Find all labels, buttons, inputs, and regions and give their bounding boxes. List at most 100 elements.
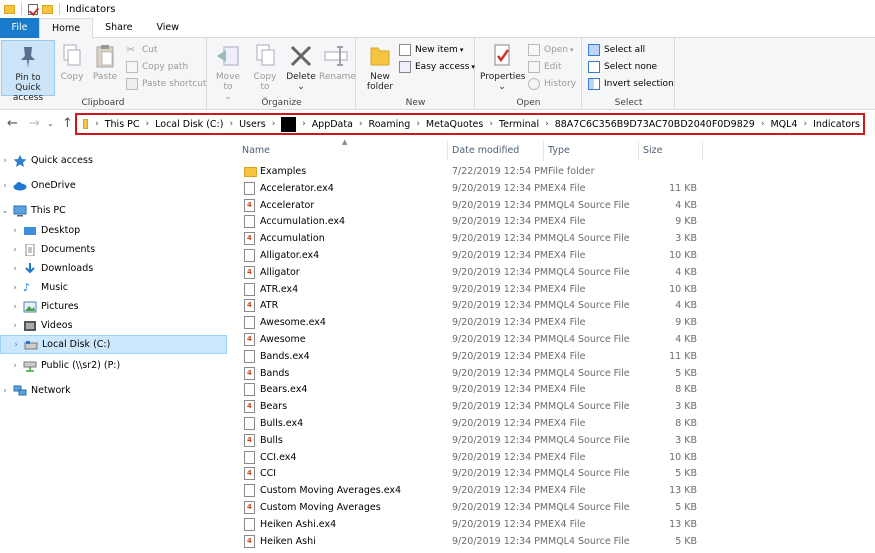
file-row[interactable]: ATR 9/20/2019 12:34 PMMQL4 Source File 4 K…	[238, 297, 703, 314]
breadcrumb-appdata[interactable]: AppData	[312, 119, 353, 130]
column-header-name[interactable]: Name	[238, 141, 448, 161]
file-row[interactable]: Bulls 9/20/2019 12:34 PMMQL4 Source File 3…	[238, 432, 703, 449]
move-to-button[interactable]: Move to ⌄	[211, 40, 245, 102]
file-row[interactable]: ATR.ex4 9/20/2019 12:34 PM EX4 File 10 KB	[238, 281, 703, 298]
paste-shortcut-button[interactable]: Paste shortcut	[126, 76, 206, 92]
cut-button[interactable]: ✂ Cut	[126, 42, 158, 58]
nav-item-quick-access[interactable]: › Quick access	[0, 151, 227, 170]
file-row[interactable]: Bands 9/20/2019 12:34 PMMQL4 Source File 5…	[238, 365, 703, 382]
file-size: 4 KB	[675, 266, 697, 278]
tab-view[interactable]: View	[144, 18, 191, 38]
file-row[interactable]: Awesome.ex4 9/20/2019 12:34 PM EX4 File 9 K…	[238, 314, 703, 331]
paste-shortcut-icon	[126, 78, 138, 90]
breadcrumb-users[interactable]: Users	[239, 119, 266, 130]
invert-selection-button[interactable]: Invert selection	[588, 76, 674, 92]
file-row[interactable]: Examples 7/22/2019 12:54 PM File folder	[238, 163, 703, 180]
chevron-right-icon: ›	[358, 119, 363, 129]
nav-item-videos[interactable]: › Videos	[0, 316, 227, 335]
select-none-button[interactable]: Select none	[588, 59, 657, 75]
chevron-right-icon[interactable]: ›	[10, 245, 20, 255]
chevron-right-icon[interactable]: ›	[10, 264, 20, 274]
new-folder-quick-icon[interactable]	[42, 4, 53, 14]
paste-button[interactable]: Paste	[90, 40, 120, 82]
file-row[interactable]: Bears 9/20/2019 12:34 PMMQL4 Source File 3…	[238, 398, 703, 415]
file-row[interactable]: Custom Moving Averages.ex4 9/20/2019 12:3…	[238, 482, 703, 499]
file-row[interactable]: Awesome 9/20/2019 12:34 PMMQL4 Source Fil…	[238, 331, 703, 348]
delete-button[interactable]: Delete ⌄	[286, 40, 316, 92]
nav-item-downloads[interactable]: › Downloads	[0, 259, 227, 278]
file-row[interactable]: Alligator.ex4 9/20/2019 12:34 PM EX4 File 1…	[238, 247, 703, 264]
nav-item-public-network-drive[interactable]: › Public (\\sr2) (P:)	[0, 356, 227, 375]
new-folder-button[interactable]: New folder	[363, 40, 397, 92]
pin-to-quick-access-button[interactable]: Pin to Quick access	[1, 40, 55, 103]
chevron-right-icon[interactable]: ›	[10, 283, 20, 293]
chevron-down-icon[interactable]: ⌄	[0, 206, 10, 216]
breadcrumb-terminal[interactable]: Terminal	[499, 119, 539, 130]
file-row[interactable]: Custom Moving Averages 9/20/2019 12:34 PM…	[238, 499, 703, 516]
nav-item-music[interactable]: › ♪ Music	[0, 278, 227, 297]
file-row[interactable]: CCI 9/20/2019 12:34 PMMQL4 Source File 5 K…	[238, 465, 703, 482]
delete-label: Delete	[286, 72, 316, 82]
breadcrumb-terminal-id[interactable]: 88A7C6C356B9D73AC70BD2040F0D9829	[555, 119, 755, 130]
chevron-right-icon[interactable]: ›	[0, 386, 10, 396]
file-row[interactable]: Bulls.ex4 9/20/2019 12:34 PM EX4 File 8 KB	[238, 415, 703, 432]
clipboard-group: Pin to Quick access Copy Paste ✂ Cut Cop…	[0, 38, 207, 110]
file-row[interactable]: Accelerator 9/20/2019 12:34 PMMQL4 Source…	[238, 197, 703, 214]
forward-arrow-icon[interactable]: →	[29, 116, 40, 131]
properties-button[interactable]: Properties ⌄	[480, 40, 525, 92]
breadcrumb-mql4[interactable]: MQL4	[770, 119, 797, 130]
chevron-right-icon[interactable]: ›	[0, 156, 10, 166]
select-all-button[interactable]: Select all	[588, 42, 645, 58]
nav-item-onedrive[interactable]: › OneDrive	[0, 176, 227, 195]
history-button[interactable]: History	[528, 76, 576, 92]
copy-to-button[interactable]: Copy to ⌄	[248, 40, 282, 102]
file-date-modified: 9/20/2019 12:34 PM	[452, 182, 549, 194]
file-row[interactable]: Bands.ex4 9/20/2019 12:34 PM EX4 File 11 KB	[238, 348, 703, 365]
back-arrow-icon[interactable]: ←	[7, 116, 18, 131]
chevron-right-icon[interactable]: ›	[11, 340, 21, 350]
chevron-right-icon[interactable]: ›	[10, 321, 20, 331]
nav-item-local-disk[interactable]: › Local Disk (C:)	[0, 335, 227, 354]
file-row[interactable]: Heiken Ashi 9/20/2019 12:34 PMMQL4 Source…	[238, 533, 703, 550]
breadcrumb-indicators[interactable]: Indicators	[813, 119, 860, 130]
nav-item-desktop[interactable]: › Desktop	[0, 221, 227, 240]
tab-home[interactable]: Home	[39, 18, 94, 39]
column-header-size[interactable]: Size	[639, 141, 703, 161]
copy-path-button[interactable]: Copy path	[126, 59, 188, 75]
file-row[interactable]: Bears.ex4 9/20/2019 12:34 PM EX4 File 8 KB	[238, 381, 703, 398]
easy-access-button[interactable]: Easy access ▾	[399, 59, 475, 75]
column-header-type[interactable]: Type	[544, 141, 639, 161]
open-button[interactable]: Open ▾	[528, 42, 574, 58]
breadcrumb-metaquotes[interactable]: MetaQuotes	[426, 119, 483, 130]
breadcrumb-roaming[interactable]: Roaming	[369, 119, 411, 130]
file-row[interactable]: Accelerator.ex4 9/20/2019 12:34 PM EX4 Fil…	[238, 180, 703, 197]
chevron-right-icon[interactable]: ›	[10, 226, 20, 236]
nav-item-this-pc[interactable]: ⌄ This PC	[0, 201, 227, 220]
chevron-right-icon[interactable]: ›	[0, 181, 10, 191]
chevron-right-icon[interactable]: ›	[10, 361, 20, 371]
file-row[interactable]: Heiken Ashi.ex4 9/20/2019 12:34 PM EX4 Fil…	[238, 516, 703, 533]
breadcrumb-local-disk[interactable]: Local Disk (C:)	[155, 119, 223, 130]
file-row[interactable]: Accumulation 9/20/2019 12:34 PMMQL4 Sourc…	[238, 230, 703, 247]
properties-check-icon[interactable]	[28, 3, 38, 15]
chevron-down-icon: ▾	[459, 46, 464, 54]
file-row[interactable]: CCI.ex4 9/20/2019 12:34 PM EX4 File 10 KB	[238, 449, 703, 466]
tab-share[interactable]: Share	[93, 18, 144, 38]
up-arrow-icon[interactable]: ↑	[62, 116, 73, 131]
edit-button[interactable]: Edit	[528, 59, 561, 75]
rename-button[interactable]: Rename	[319, 40, 356, 82]
address-bar[interactable]: › This PC › Local Disk (C:) › Users › › …	[75, 113, 865, 135]
nav-item-network[interactable]: › Network	[0, 381, 227, 400]
breadcrumb-this-pc[interactable]: This PC	[105, 119, 140, 130]
file-row[interactable]: Alligator 9/20/2019 12:34 PMMQL4 Source F…	[238, 264, 703, 281]
tab-file[interactable]: File	[0, 18, 39, 38]
new-item-button[interactable]: New item ▾	[399, 42, 463, 58]
file-row[interactable]: Accumulation.ex4 9/20/2019 12:34 PM EX4 Fi…	[238, 213, 703, 230]
nav-item-documents[interactable]: › Documents	[0, 240, 227, 259]
nav-item-pictures[interactable]: › Pictures	[0, 297, 227, 316]
column-header-date[interactable]: Date modified	[448, 141, 544, 161]
copy-button[interactable]: Copy	[58, 40, 86, 82]
breadcrumb-redacted-user[interactable]	[281, 116, 297, 132]
recent-locations-chevron-icon[interactable]: ⌄	[47, 119, 54, 128]
chevron-right-icon[interactable]: ›	[10, 302, 20, 312]
